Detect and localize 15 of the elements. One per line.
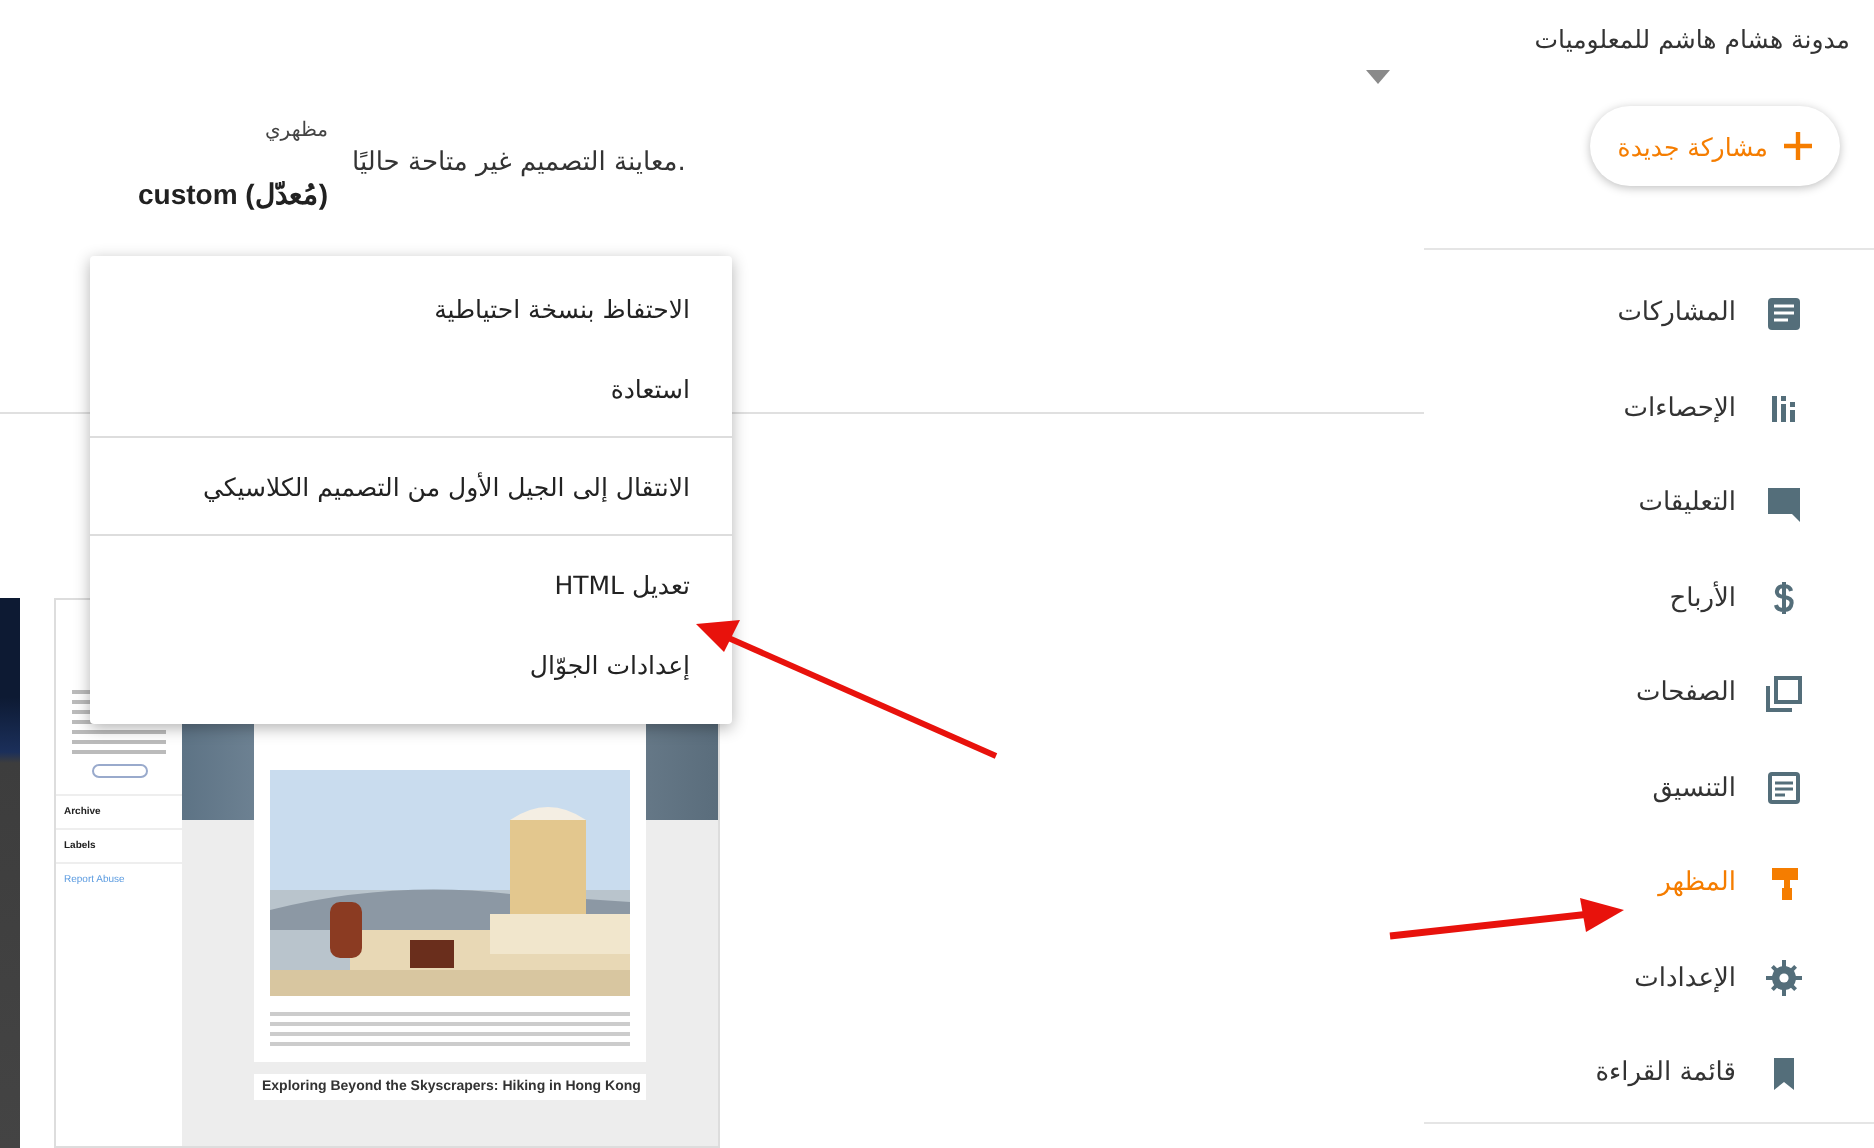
theme-label: مظهري xyxy=(264,120,328,142)
sidebar-item[interactable]: المشاركات xyxy=(1424,266,1874,361)
preview-note: معاينة التصميم غير متاحة حاليًا. xyxy=(352,148,686,178)
sidebar-item[interactable]: الصفحات xyxy=(1424,646,1874,741)
theme-name: custom (مُعدّل) xyxy=(137,178,328,210)
sidebar-item[interactable]: التعليقات xyxy=(1424,456,1874,551)
sidebar-item[interactable]: الأرباح xyxy=(1424,551,1874,646)
menu-item[interactable]: الانتقال إلى الجيل الأول من التصميم الكلاسيكي xyxy=(90,446,732,526)
menu-item[interactable]: الاحتفاظ بنسخة احتياطية xyxy=(90,268,732,348)
menu-item[interactable]: استعادة xyxy=(90,348,732,428)
sidebar-item[interactable]: الإحصاءات xyxy=(1424,361,1874,456)
sidebar-item[interactable]: التنسيق xyxy=(1424,741,1874,836)
sidebar-item[interactable]: قائمة القراءة xyxy=(1424,1026,1874,1121)
blog-title[interactable]: مدونة هشام هاشم للمعلوميات xyxy=(1534,24,1850,54)
sidebar-item[interactable]: الإعدادات xyxy=(1424,931,1874,1026)
